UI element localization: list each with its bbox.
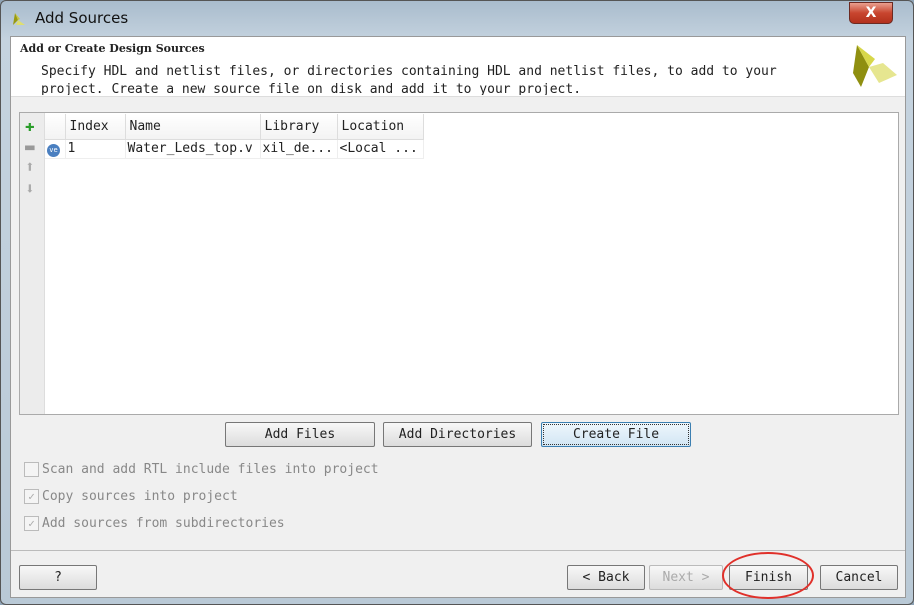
- column-library[interactable]: Library: [260, 114, 338, 140]
- help-button[interactable]: ?: [19, 565, 97, 590]
- sources-table: Index Name Library Location ve 1 Water_L…: [45, 114, 424, 159]
- highlight-circle: [722, 552, 814, 599]
- copy-sources-checkbox[interactable]: ✓ Copy sources into project: [24, 489, 238, 504]
- checkbox-unchecked-icon[interactable]: [24, 462, 39, 477]
- divider: [11, 550, 905, 551]
- scan-rtl-include-checkbox[interactable]: Scan and add RTL include files into proj…: [24, 462, 379, 477]
- dialog-body: Add or Create Design Sources Specify HDL…: [10, 36, 906, 599]
- column-name[interactable]: Name: [125, 114, 261, 140]
- page-title: Add or Create Design Sources: [20, 42, 205, 55]
- add-sources-dialog: Add Sources X Add or Create Design Sourc…: [0, 0, 914, 605]
- cell-index: 1: [65, 139, 126, 159]
- close-button[interactable]: X: [849, 2, 893, 24]
- header: Add or Create Design Sources Specify HDL…: [11, 37, 905, 97]
- add-directories-button[interactable]: Add Directories: [383, 422, 532, 447]
- title-bar: Add Sources X: [1, 1, 913, 36]
- sources-table-panel: ✚ ▬ ⬆ ⬇ Index Name Library Location ve 1…: [19, 112, 899, 415]
- vivado-logo-icon: [853, 45, 897, 87]
- add-files-button[interactable]: Add Files: [225, 422, 375, 447]
- cell-library: xil_de...: [260, 139, 338, 159]
- column-location[interactable]: Location: [337, 114, 424, 140]
- move-down-icon[interactable]: ⬇: [25, 181, 35, 197]
- cell-name: Water_Leds_top.v: [125, 139, 261, 159]
- checkmark-icon[interactable]: ✓: [24, 516, 39, 531]
- table-header: Index Name Library Location: [45, 114, 424, 140]
- back-button[interactable]: < Back: [567, 565, 645, 590]
- verilog-file-icon: ve: [47, 143, 60, 157]
- remove-icon[interactable]: ▬: [25, 139, 35, 155]
- page-description: Specify HDL and netlist files, or direct…: [41, 64, 777, 95]
- create-file-button[interactable]: Create File: [541, 422, 691, 447]
- cancel-button[interactable]: Cancel: [820, 565, 898, 590]
- cell-location: <Local ...: [337, 139, 424, 159]
- table-toolbar: ✚ ▬ ⬆ ⬇: [20, 113, 45, 414]
- window-title: Add Sources: [35, 9, 129, 27]
- add-icon[interactable]: ✚: [25, 118, 35, 134]
- next-button: Next >: [649, 565, 723, 590]
- vivado-logo-icon: [13, 13, 25, 25]
- add-subdirectories-checkbox[interactable]: ✓ Add sources from subdirectories: [24, 516, 285, 531]
- column-index[interactable]: Index: [65, 114, 126, 140]
- checkmark-icon[interactable]: ✓: [24, 489, 39, 504]
- move-up-icon[interactable]: ⬆: [25, 159, 35, 175]
- table-row[interactable]: ve 1 Water_Leds_top.v xil_de... <Local .…: [45, 139, 424, 159]
